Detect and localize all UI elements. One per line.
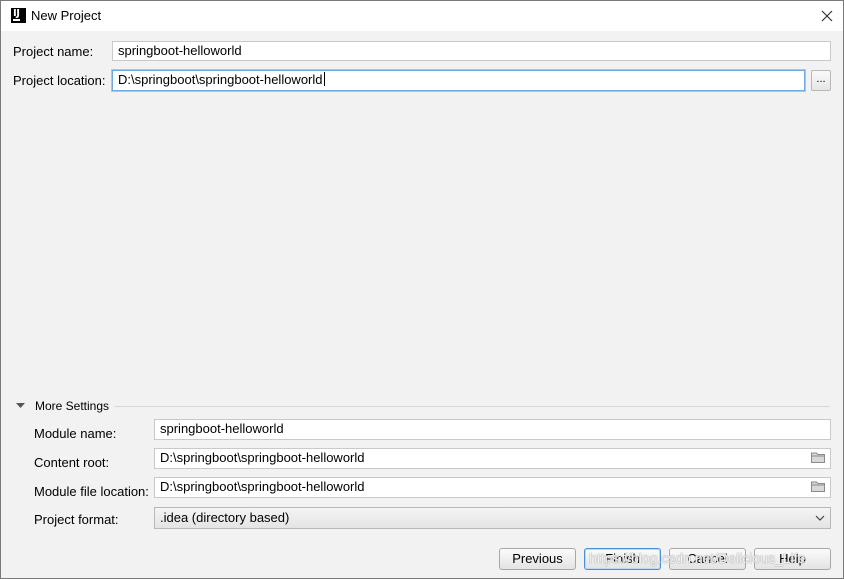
content-root-field[interactable]: D:\springboot\springboot-helloworld [154,448,831,469]
chevron-down-icon [815,515,825,521]
more-settings-toggle[interactable]: More Settings [35,399,109,413]
project-format-value: .idea (directory based) [160,510,290,525]
browse-location-button[interactable]: ... [811,70,831,91]
intellij-app-icon: IJ [11,8,26,23]
watermark-text: https://blog.csdn.net/Delicious_Life [589,550,806,566]
project-name-value: springboot-helloworld [118,43,242,58]
module-name-label: Module name: [34,426,117,441]
expand-triangle-icon[interactable] [15,399,26,414]
module-name-value: springboot-helloworld [160,421,284,436]
content-root-value: D:\springboot\springboot-helloworld [160,450,365,465]
project-format-select[interactable]: .idea (directory based) [154,507,831,529]
folder-icon[interactable] [811,452,825,463]
close-icon[interactable] [815,5,839,27]
project-location-field[interactable]: D:\springboot\springboot-helloworld [112,70,805,91]
module-file-location-field[interactable]: D:\springboot\springboot-helloworld [154,477,831,498]
previous-button[interactable]: Previous [499,548,576,570]
project-location-label: Project location: [13,73,106,88]
title-bar: IJ New Project [1,1,843,31]
module-name-field[interactable]: springboot-helloworld [154,419,831,440]
module-file-location-value: D:\springboot\springboot-helloworld [160,479,365,494]
divider [114,406,830,407]
project-location-value: D:\springboot\springboot-helloworld [118,72,323,87]
content-root-label: Content root: [34,455,110,470]
module-file-location-label: Module file location: [34,484,149,499]
new-project-dialog: IJ New Project Project name: springboot-… [0,0,844,579]
project-name-label: Project name: [13,44,94,59]
text-caret [323,72,325,86]
folder-icon[interactable] [811,481,825,492]
project-format-label: Project format: [34,512,119,527]
project-name-field[interactable]: springboot-helloworld [112,41,831,61]
window-title: New Project [31,8,102,23]
